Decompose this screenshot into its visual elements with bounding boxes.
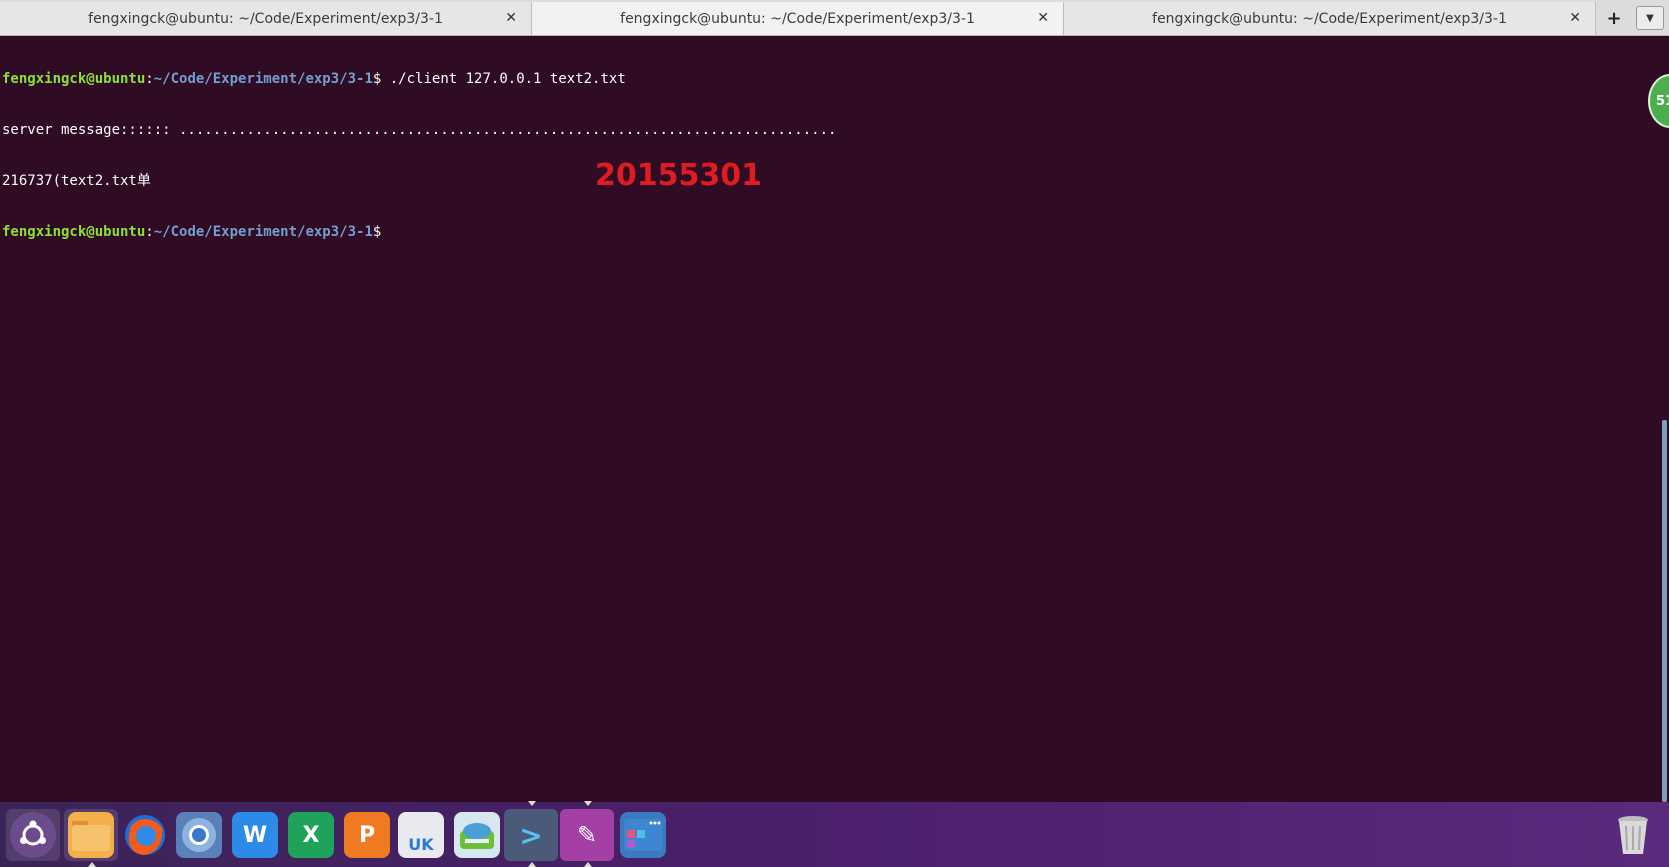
tab-1[interactable]: fengxingck@ubuntu: ~/Code/Experiment/exp… xyxy=(0,2,532,35)
student-id-watermark: 20155301 xyxy=(595,158,762,193)
terminal-line: server message:::::: ...................… xyxy=(2,122,837,138)
ubuntu-launcher-icon xyxy=(10,812,56,858)
dock-item-writer[interactable]: W xyxy=(228,809,282,861)
tab-title: fengxingck@ubuntu: ~/Code/Experiment/exp… xyxy=(88,10,443,27)
workspace-switcher-icon xyxy=(620,812,666,858)
prompt-colon: : xyxy=(145,71,154,87)
tab-title: fengxingck@ubuntu: ~/Code/Experiment/exp… xyxy=(1152,10,1507,27)
prompt-user: fengxingck@ubuntu xyxy=(2,224,146,240)
running-indicator xyxy=(584,862,592,867)
terminal-icon: > xyxy=(519,818,543,852)
dock-item-workspaces[interactable] xyxy=(616,809,670,861)
files-icon xyxy=(68,812,114,858)
tab-title: fengxingck@ubuntu: ~/Code/Experiment/exp… xyxy=(620,10,975,27)
terminal-line: 216737(text2.txt单 xyxy=(2,173,151,189)
prompt-path: ~/Code/Experiment/exp3/3-1 xyxy=(153,224,373,240)
tab-menu-button[interactable]: ▼ xyxy=(1636,6,1664,30)
dock-item-chromium[interactable] xyxy=(172,809,226,861)
close-icon[interactable]: ✕ xyxy=(1037,10,1049,26)
tab-3[interactable]: fengxingck@ubuntu: ~/Code/Experiment/exp… xyxy=(1064,2,1596,35)
tab-2[interactable]: fengxingck@ubuntu: ~/Code/Experiment/exp… xyxy=(532,2,1064,35)
wps-spreadsheet-icon: X xyxy=(288,812,334,858)
prompt-colon: : xyxy=(145,224,154,240)
dock-item-spreadsheet[interactable]: X xyxy=(284,809,338,861)
running-indicator xyxy=(584,801,592,806)
wps-writer-icon: W xyxy=(232,812,278,858)
running-indicator xyxy=(88,862,96,867)
dock-item-trash[interactable] xyxy=(1606,809,1660,861)
terminal-line: fengxingck@ubuntu:~/Code/Experiment/exp3… xyxy=(2,224,1662,241)
chromium-icon xyxy=(176,812,222,858)
scanner-icon xyxy=(454,812,500,858)
prompt-path: ~/Code/Experiment/exp3/3-1 xyxy=(153,71,373,87)
dock-item-firefox[interactable] xyxy=(118,809,172,861)
wps-presentation-icon: P xyxy=(344,812,390,858)
dock-item-software-center[interactable]: UK xyxy=(394,809,448,861)
terminal-line: fengxingck@ubuntu:~/Code/Experiment/exp3… xyxy=(2,71,1662,88)
scrollbar[interactable] xyxy=(1662,420,1667,802)
command-text: ./client 127.0.0.1 text2.txt xyxy=(381,71,626,87)
dock-item-scanner[interactable] xyxy=(450,809,504,861)
dock-item-terminal[interactable]: > xyxy=(504,801,558,867)
ubuntu-kylin-software-icon: UK xyxy=(398,812,444,858)
close-icon[interactable]: ✕ xyxy=(505,10,517,26)
close-icon[interactable]: ✕ xyxy=(1569,10,1581,26)
running-indicator xyxy=(528,862,536,867)
dock: W X P UK > ✎ xyxy=(0,801,1669,867)
firefox-icon xyxy=(122,812,168,858)
trash-icon xyxy=(1610,812,1656,858)
terminal-output[interactable]: fengxingck@ubuntu:~/Code/Experiment/exp3… xyxy=(2,37,1662,802)
screenshot-tool-icon: ✎ xyxy=(576,821,598,849)
tab-bar: fengxingck@ubuntu: ~/Code/Experiment/exp… xyxy=(0,0,1669,36)
new-tab-button[interactable]: + xyxy=(1600,4,1628,32)
dock-item-presentation[interactable]: P xyxy=(340,809,394,861)
running-indicator xyxy=(528,801,536,806)
terminal-window: fengxingck@ubuntu: ~/Code/Experiment/exp… xyxy=(0,0,1669,867)
dock-item-screenshot-tool[interactable]: ✎ xyxy=(560,801,614,867)
prompt-dollar: $ xyxy=(372,224,382,240)
dock-item-files[interactable] xyxy=(64,809,118,867)
dock-item-launcher[interactable] xyxy=(6,809,60,861)
prompt-user: fengxingck@ubuntu xyxy=(2,71,146,87)
